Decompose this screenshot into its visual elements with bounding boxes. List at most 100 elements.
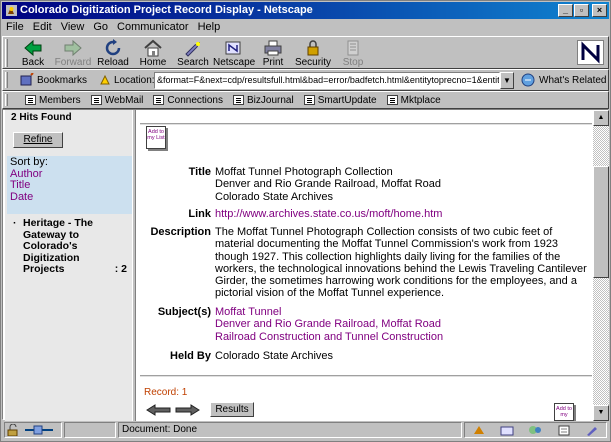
pen-icon[interactable] bbox=[585, 424, 599, 436]
reload-icon bbox=[105, 39, 121, 56]
bizjournal-link[interactable]: BizJournal bbox=[233, 95, 294, 106]
bookmark-page-icon bbox=[233, 95, 244, 105]
netscape-logo[interactable] bbox=[577, 40, 604, 65]
mail-icon[interactable] bbox=[500, 424, 514, 436]
members-link[interactable]: Members bbox=[25, 95, 81, 106]
printer-icon bbox=[264, 40, 282, 56]
stop-icon bbox=[347, 40, 359, 56]
smartupdate-link[interactable]: SmartUpdate bbox=[303, 95, 377, 106]
navigator-icon[interactable] bbox=[472, 424, 486, 436]
whats-related-button[interactable]: What's Related bbox=[521, 73, 607, 87]
status-text: Document: Done bbox=[118, 422, 462, 438]
add-to-list-button-bottom[interactable]: Add to my bbox=[554, 403, 574, 421]
bookmark-page-icon bbox=[303, 95, 315, 105]
window-title: Colorado Digitization Project Record Dis… bbox=[20, 4, 313, 16]
title-bar: Colorado Digitization Project Record Dis… bbox=[2, 2, 609, 19]
netscape-button[interactable]: Netscape bbox=[213, 38, 255, 69]
discussion-icon[interactable] bbox=[528, 424, 542, 436]
home-button[interactable]: Home bbox=[133, 38, 173, 69]
personal-toolbar: Members WebMail Connections BizJournal S… bbox=[2, 91, 609, 109]
record-link[interactable]: http://www.archives.state.co.us/moft/hom… bbox=[215, 208, 442, 220]
toolbar-grip[interactable] bbox=[5, 39, 8, 67]
location-grip[interactable] bbox=[5, 72, 8, 88]
record-number: Record: 1 bbox=[144, 387, 188, 398]
location-url-input[interactable]: &format=F&next=cdp/resultsfull.html&bad=… bbox=[154, 72, 500, 89]
record-detail-frame: Add to my List Title Moffat Tunnel Photo… bbox=[136, 110, 593, 421]
subject-link[interactable]: Denver and Rio Grande Railroad, Moffat R… bbox=[215, 318, 441, 330]
vertical-scrollbar[interactable]: ▲ ▼ bbox=[593, 110, 609, 421]
held-by-value: Colorado State Archives bbox=[215, 350, 334, 362]
personal-grip[interactable] bbox=[5, 94, 8, 106]
back-button[interactable]: Back bbox=[13, 38, 53, 69]
webmail-link[interactable]: WebMail bbox=[90, 95, 143, 106]
sort-date-link[interactable]: Date bbox=[10, 191, 129, 204]
bookmarks-button[interactable]: Bookmarks bbox=[19, 73, 87, 87]
security-button[interactable]: Security bbox=[293, 38, 333, 69]
scroll-thumb[interactable] bbox=[593, 166, 609, 278]
menu-edit[interactable]: Edit bbox=[33, 21, 52, 33]
subject-link[interactable]: Railroad Construction and Tunnel Constru… bbox=[215, 331, 443, 343]
previous-record-arrow-icon[interactable] bbox=[146, 404, 172, 416]
search-icon bbox=[185, 41, 201, 57]
results-button[interactable]: Results bbox=[210, 402, 254, 417]
title-value: Moffat Tunnel Photograph Collection Denv… bbox=[215, 166, 591, 203]
unlocked-padlock-icon bbox=[7, 424, 18, 436]
stop-button[interactable]: Stop bbox=[333, 38, 373, 69]
composer-icon[interactable] bbox=[557, 424, 571, 436]
link-key: Link bbox=[188, 208, 211, 220]
location-label: Location: bbox=[99, 74, 155, 86]
print-button[interactable]: Print bbox=[253, 38, 293, 69]
bookmarks-icon bbox=[20, 73, 34, 86]
menu-go[interactable]: Go bbox=[93, 21, 108, 33]
heritage-collection-label: Heritage - The Gateway to Colorado's Dig… bbox=[23, 217, 94, 275]
heritage-hit-count: : 2 bbox=[114, 263, 127, 275]
results-sidebar-frame: 2 Hits Found Refine Sort by: Author Titl… bbox=[5, 110, 132, 421]
bookmark-page-icon bbox=[386, 95, 398, 105]
bookmark-page-icon bbox=[153, 95, 165, 105]
minimize-button[interactable]: _ bbox=[558, 4, 573, 17]
bookmark-page-icon bbox=[90, 95, 102, 105]
status-bar: Document: Done bbox=[2, 420, 609, 441]
mktplace-link[interactable]: Mktplace bbox=[386, 95, 441, 106]
record-navigation bbox=[146, 404, 200, 416]
location-dropdown-button[interactable]: ▼ bbox=[500, 72, 514, 89]
connection-icon bbox=[25, 425, 53, 435]
top-divider bbox=[140, 123, 592, 125]
sort-label: Sort by: bbox=[10, 156, 48, 168]
next-record-arrow-icon[interactable] bbox=[174, 404, 200, 416]
menu-file[interactable]: File bbox=[6, 21, 24, 33]
connections-link[interactable]: Connections bbox=[153, 95, 223, 106]
back-arrow-icon bbox=[24, 39, 42, 57]
home-icon bbox=[144, 39, 162, 57]
close-button[interactable]: × bbox=[592, 4, 607, 17]
menu-help[interactable]: Help bbox=[198, 21, 221, 33]
description-key: Description bbox=[150, 226, 211, 238]
component-bar bbox=[464, 422, 607, 438]
refine-button[interactable]: Refine bbox=[13, 132, 63, 148]
reload-button[interactable]: Reload bbox=[93, 38, 133, 69]
sort-title-link[interactable]: Title bbox=[10, 179, 129, 192]
subjects-key: Subject(s) bbox=[157, 306, 211, 318]
netscape-n-icon bbox=[578, 41, 603, 64]
description-value: The Moffat Tunnel Photograph Collection … bbox=[215, 226, 587, 300]
search-button[interactable]: Search bbox=[173, 38, 213, 69]
security-status[interactable] bbox=[4, 422, 62, 438]
hits-found-heading: 2 Hits Found bbox=[11, 112, 72, 123]
maximize-button[interactable]: ▫ bbox=[574, 4, 589, 17]
subject-link[interactable]: Moffat Tunnel bbox=[215, 306, 281, 318]
heritage-collection-item[interactable]: · Heritage - The Gateway to Colorado's D… bbox=[13, 217, 129, 276]
title-line: Denver and Rio Grande Railroad, Moffat R… bbox=[215, 178, 442, 191]
held-by-key: Held By bbox=[170, 350, 211, 362]
scroll-down-button[interactable]: ▼ bbox=[593, 405, 609, 421]
menu-communicator[interactable]: Communicator bbox=[117, 21, 189, 33]
page-proxy-icon bbox=[100, 74, 110, 85]
progress-indicator bbox=[64, 422, 116, 438]
forward-button[interactable]: Forward bbox=[53, 38, 93, 69]
sort-options: Sort by: Author Title Date bbox=[7, 156, 132, 214]
scroll-up-button[interactable]: ▲ bbox=[593, 110, 609, 126]
page-content: 2 Hits Found Refine Sort by: Author Titl… bbox=[2, 109, 609, 421]
bullet-icon: · bbox=[13, 217, 17, 229]
menu-view[interactable]: View bbox=[61, 21, 85, 33]
navigation-toolbar: Back Forward Reload Home Search Netscape… bbox=[2, 36, 609, 69]
add-to-list-button[interactable]: Add to my List bbox=[146, 126, 166, 149]
